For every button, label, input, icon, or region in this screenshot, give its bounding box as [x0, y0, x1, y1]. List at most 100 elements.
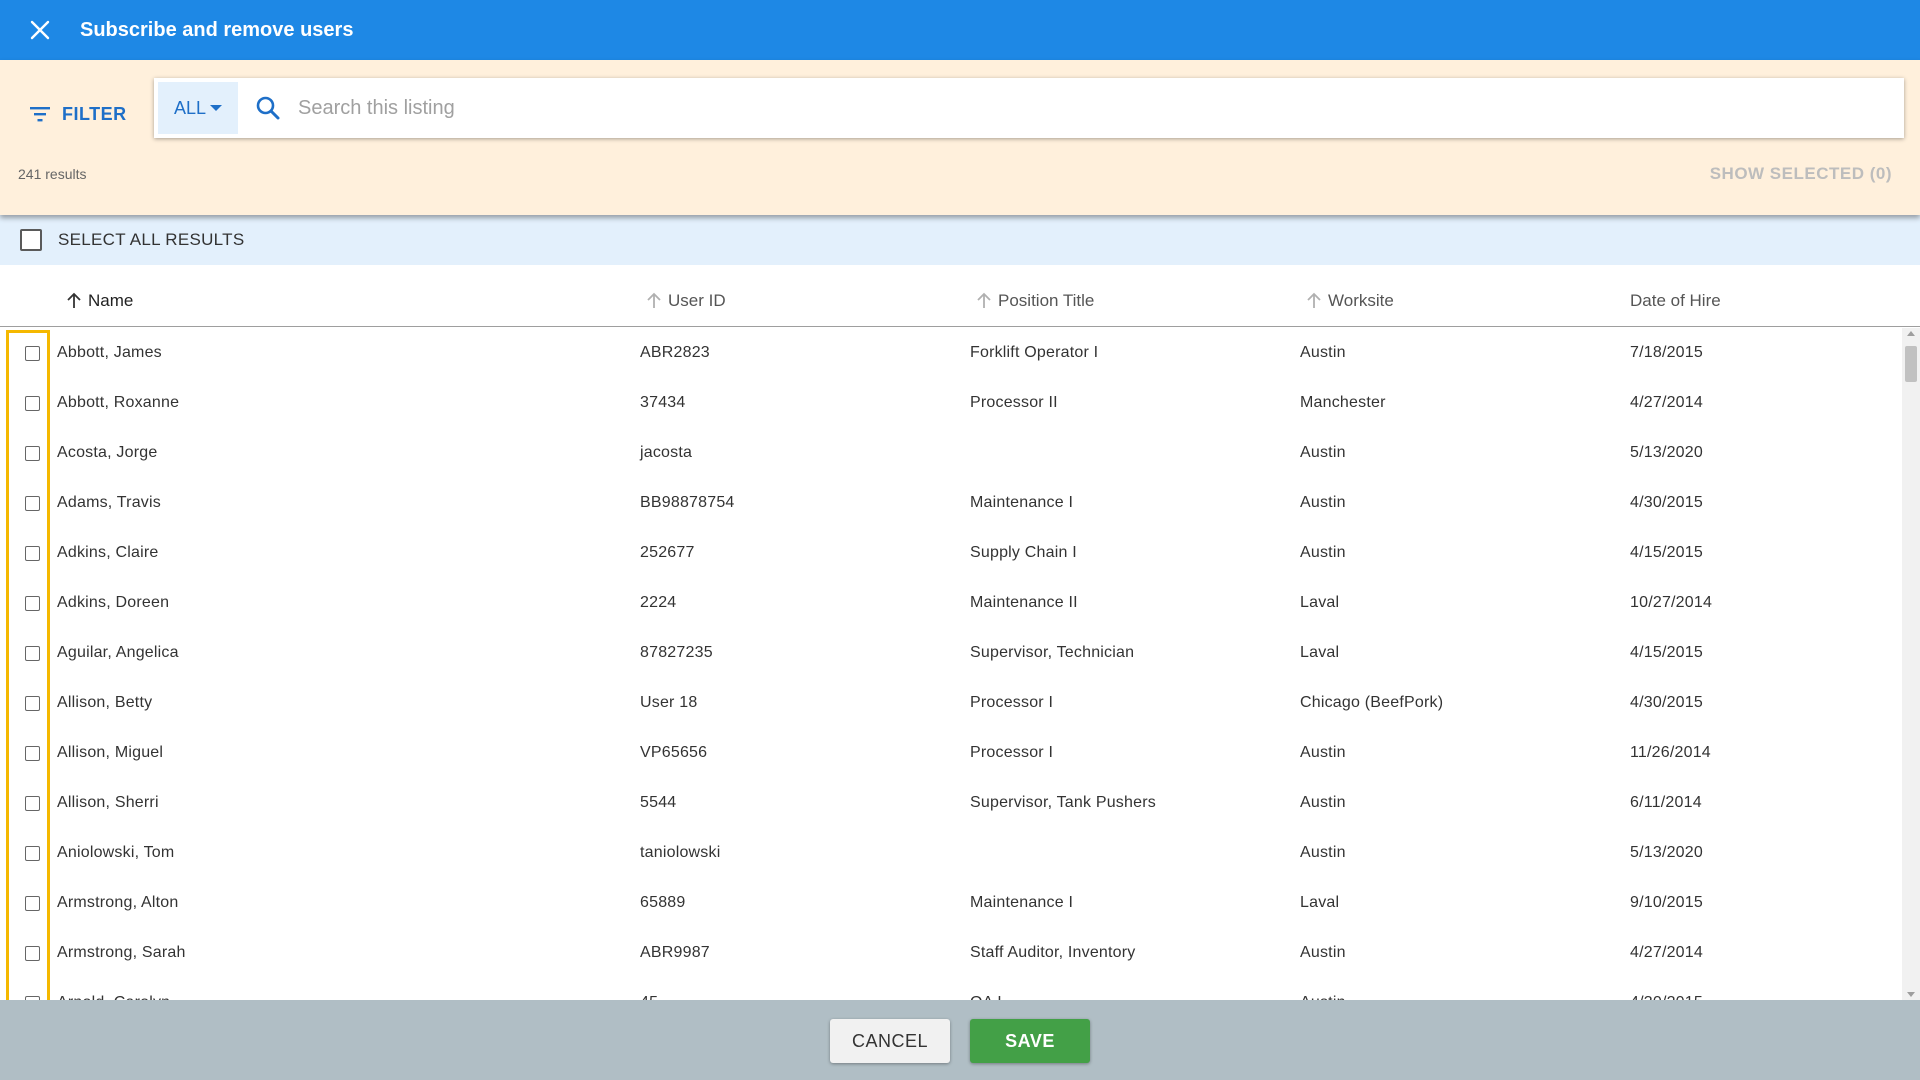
filter-button[interactable]: FILTER — [28, 92, 127, 136]
save-button[interactable]: SAVE — [970, 1019, 1090, 1063]
cell-worksite: Austin — [1300, 444, 1346, 461]
table-row[interactable]: Abbott, James ABR2823 Forklift Operator I A… — [0, 328, 1900, 378]
cell-date-of-hire: 5/13/2020 — [1630, 444, 1703, 461]
select-all-checkbox[interactable] — [20, 229, 42, 251]
cell-name: Acosta, Jorge — [57, 444, 158, 461]
row-checkbox[interactable] — [25, 696, 40, 711]
column-label: Position Title — [998, 291, 1095, 310]
column-header-name[interactable]: Name — [66, 275, 133, 327]
cell-worksite: Laval — [1300, 894, 1340, 911]
column-header-date-of-hire[interactable]: Date of Hire — [1630, 275, 1721, 327]
cell-date-of-hire: 5/13/2020 — [1630, 844, 1703, 861]
cell-date-of-hire: 4/30/2015 — [1630, 494, 1703, 511]
close-icon — [30, 20, 50, 40]
table-row[interactable]: Arnold, Carolyn 45 QA I Austin 4/30/2015 — [0, 978, 1900, 1000]
scroll-down-arrow-icon[interactable] — [1907, 992, 1915, 997]
cell-date-of-hire: 4/27/2014 — [1630, 394, 1703, 411]
table-row[interactable]: Acosta, Jorge jacosta Austin 5/13/2020 — [0, 428, 1900, 478]
cell-user-id: 2224 — [640, 594, 677, 611]
row-checkbox[interactable] — [25, 546, 40, 561]
cell-user-id: ABR2823 — [640, 344, 710, 361]
scope-value: ALL — [173, 97, 207, 118]
cell-position-title: Maintenance I — [970, 894, 1074, 911]
cell-date-of-hire: 4/15/2015 — [1630, 644, 1703, 661]
cell-worksite: Chicago (BeefPork) — [1300, 694, 1444, 711]
dialog-footer: CANCEL SAVE — [0, 1000, 1920, 1080]
cell-user-id: User 18 — [640, 694, 698, 711]
close-button[interactable] — [0, 0, 80, 60]
cell-position-title: Forklift Operator I — [970, 344, 1099, 361]
row-checkbox[interactable] — [25, 646, 40, 661]
table-header: Name User ID Position Title Worksite Dat… — [0, 275, 1920, 327]
column-header-user-id[interactable]: User ID — [646, 275, 726, 327]
cell-name: Armstrong, Sarah — [57, 944, 186, 961]
row-checkbox[interactable] — [25, 796, 40, 811]
table-row[interactable]: Aguilar, Angelica 87827235 Supervisor, Tec… — [0, 628, 1900, 678]
row-checkbox[interactable] — [25, 946, 40, 961]
cell-name: Allison, Sherri — [57, 794, 159, 811]
row-checkbox[interactable] — [25, 446, 40, 461]
cell-position-title: Staff Auditor, Inventory — [970, 944, 1136, 961]
sort-arrow-up-icon — [67, 292, 81, 308]
table-row[interactable]: Adkins, Claire 252677 Supply Chain I Austin… — [0, 528, 1900, 578]
results-count: 241 results — [18, 166, 87, 182]
cell-date-of-hire: 4/30/2015 — [1630, 978, 1703, 1000]
column-label: Name — [88, 291, 134, 310]
table-row[interactable]: Armstrong, Sarah ABR9987 Staff Auditor, In… — [0, 928, 1900, 978]
cell-date-of-hire: 9/10/2015 — [1630, 894, 1703, 911]
table-row[interactable]: Allison, Sherri 5544 Supervisor, Tank Push… — [0, 778, 1900, 828]
cell-name: Allison, Betty — [57, 694, 153, 711]
scope-dropdown[interactable]: ALL — [158, 82, 238, 134]
cell-position-title: Supervisor, Tank Pushers — [970, 794, 1156, 811]
cancel-button[interactable]: CANCEL — [830, 1019, 950, 1063]
table-scrollbar[interactable] — [1902, 328, 1920, 1000]
sort-arrow-up-icon — [977, 292, 991, 308]
scroll-up-arrow-icon[interactable] — [1907, 331, 1915, 336]
table-row[interactable]: Adams, Travis BB98878754 Maintenance I Aust… — [0, 478, 1900, 528]
column-label: Date of Hire — [1630, 291, 1721, 310]
cell-worksite: Austin — [1300, 844, 1346, 861]
cell-name: Abbott, Roxanne — [57, 394, 180, 411]
caret-down-icon — [210, 105, 223, 111]
cell-user-id: 45 — [640, 978, 658, 1000]
table-row[interactable]: Allison, Miguel VP65656 Processor I Austin 1… — [0, 728, 1900, 778]
row-checkbox[interactable] — [25, 746, 40, 761]
row-checkbox[interactable] — [25, 896, 40, 911]
table-row[interactable]: Armstrong, Alton 65889 Maintenance I Laval 9… — [0, 878, 1900, 928]
row-checkbox[interactable] — [25, 596, 40, 611]
cell-worksite: Austin — [1300, 344, 1346, 361]
cell-name: Arnold, Carolyn — [57, 978, 170, 1000]
table-row[interactable]: Aniolowski, Tom taniolowski Austin 5/13/202… — [0, 828, 1900, 878]
show-selected-button[interactable]: SHOW SELECTED (0) — [1710, 164, 1892, 184]
cell-worksite: Laval — [1300, 594, 1340, 611]
table-row[interactable]: Adkins, Doreen 2224 Maintenance II Laval 10/… — [0, 578, 1900, 628]
row-checkbox[interactable] — [25, 396, 40, 411]
cell-user-id: BB98878754 — [640, 494, 735, 511]
cell-name: Adkins, Doreen — [57, 594, 170, 611]
row-checkbox[interactable] — [25, 496, 40, 511]
cell-worksite: Austin — [1300, 494, 1346, 511]
cell-name: Adkins, Claire — [57, 544, 159, 561]
table-row[interactable]: Abbott, Roxanne 37434 Processor II Manchest… — [0, 378, 1900, 428]
cell-date-of-hire: 10/27/2014 — [1630, 594, 1713, 611]
row-checkbox[interactable] — [25, 846, 40, 861]
scroll-thumb[interactable] — [1905, 346, 1917, 382]
cell-date-of-hire: 7/18/2015 — [1630, 344, 1703, 361]
column-header-worksite[interactable]: Worksite — [1306, 275, 1394, 327]
row-checkbox[interactable] — [25, 346, 40, 361]
select-all-label: SELECT ALL RESULTS — [58, 230, 245, 249]
cell-name: Abbott, James — [57, 344, 162, 361]
cell-position-title: Supply Chain I — [970, 544, 1077, 561]
search-input[interactable] — [298, 83, 1904, 133]
table-row[interactable]: Allison, Betty User 18 Processor I Chicago … — [0, 678, 1900, 728]
dialog-title: Subscribe and remove users — [80, 18, 354, 41]
cell-name: Aniolowski, Tom — [57, 844, 175, 861]
cell-name: Armstrong, Alton — [57, 894, 179, 911]
cell-name: Aguilar, Angelica — [57, 644, 179, 661]
cell-worksite: Austin — [1300, 544, 1346, 561]
cell-date-of-hire: 4/15/2015 — [1630, 544, 1703, 561]
filter-label: FILTER — [62, 103, 127, 124]
cell-position-title: Supervisor, Technician — [970, 644, 1135, 661]
column-header-position-title[interactable]: Position Title — [976, 275, 1094, 327]
cell-worksite: Austin — [1300, 744, 1346, 761]
